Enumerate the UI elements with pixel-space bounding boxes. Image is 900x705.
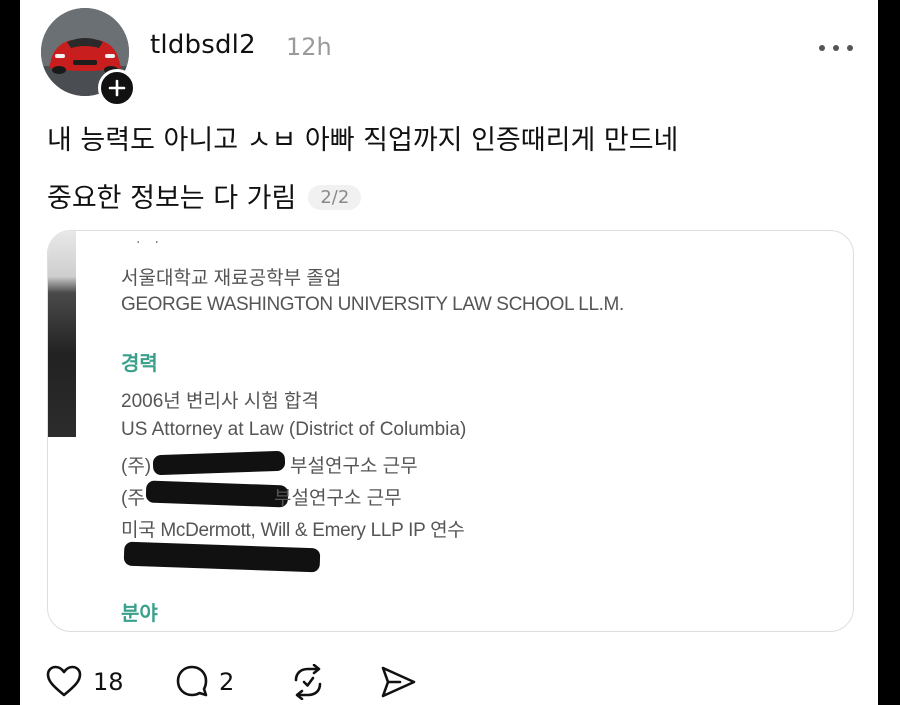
- cropped-text-dots: ··: [136, 235, 173, 251]
- comment-bubble-icon: [176, 665, 208, 697]
- post-text-line-1: 내 능력도 아니고 ㅅㅂ 아빠 직업까지 인증때리게 만드네: [47, 125, 679, 156]
- page-indicator: 2/2: [308, 185, 362, 210]
- profile-photo-fragment: [48, 231, 76, 437]
- redaction-mark: [145, 480, 289, 508]
- follow-plus-button[interactable]: [98, 69, 136, 107]
- career-item-3-prefix: (주): [121, 456, 152, 477]
- like-count: 18: [93, 668, 124, 696]
- username[interactable]: tldbsdl2: [150, 30, 256, 60]
- redaction-mark: [152, 450, 286, 476]
- career-item-5: 미국 McDermott, Will & Emery LLP IP 연수: [121, 520, 465, 541]
- education-line-1: 서울대학교 재료공학부 졸업: [121, 268, 342, 289]
- career-item-4-suffix: 부설연구소 근무: [274, 488, 402, 509]
- post-text-line-2: 중요한 정보는 다 가림 2/2: [47, 176, 362, 215]
- action-bar: 18 2: [20, 660, 878, 705]
- repost-button[interactable]: [288, 660, 332, 700]
- post-frame: tldbsdl2 12h 내 능력도 아니고 ㅅㅂ 아빠 직업까지 인증때리게 …: [20, 0, 878, 705]
- post-text-line-2-content: 중요한 정보는 다 가림: [47, 183, 297, 214]
- share-button[interactable]: [378, 660, 422, 700]
- more-dots-icon[interactable]: [816, 38, 856, 58]
- heart-icon: [46, 665, 82, 697]
- comment-count: 2: [219, 668, 235, 696]
- like-button[interactable]: 18: [45, 660, 135, 700]
- career-item-1: 2006년 변리사 시험 합격: [121, 391, 319, 412]
- career-item-2: US Attorney at Law (District of Columbia…: [121, 419, 467, 440]
- career-item-4-prefix: (주: [121, 488, 145, 509]
- post-time: 12h: [286, 33, 332, 61]
- plus-icon: [108, 79, 126, 97]
- education-line-2: GEORGE WASHINGTON UNIVERSITY LAW SCHOOL …: [121, 294, 624, 315]
- career-heading: 경력: [121, 353, 158, 375]
- comment-button[interactable]: 2: [173, 660, 253, 700]
- repost-icon: [294, 664, 322, 700]
- send-icon: [381, 666, 416, 698]
- field-heading: 분야: [121, 603, 158, 625]
- redaction-mark: [123, 541, 321, 573]
- career-item-3-suffix: 부설연구소 근무: [290, 456, 418, 477]
- attached-image-card[interactable]: ·· 서울대학교 재료공학부 졸업 GEORGE WASHINGTON UNIV…: [47, 230, 854, 632]
